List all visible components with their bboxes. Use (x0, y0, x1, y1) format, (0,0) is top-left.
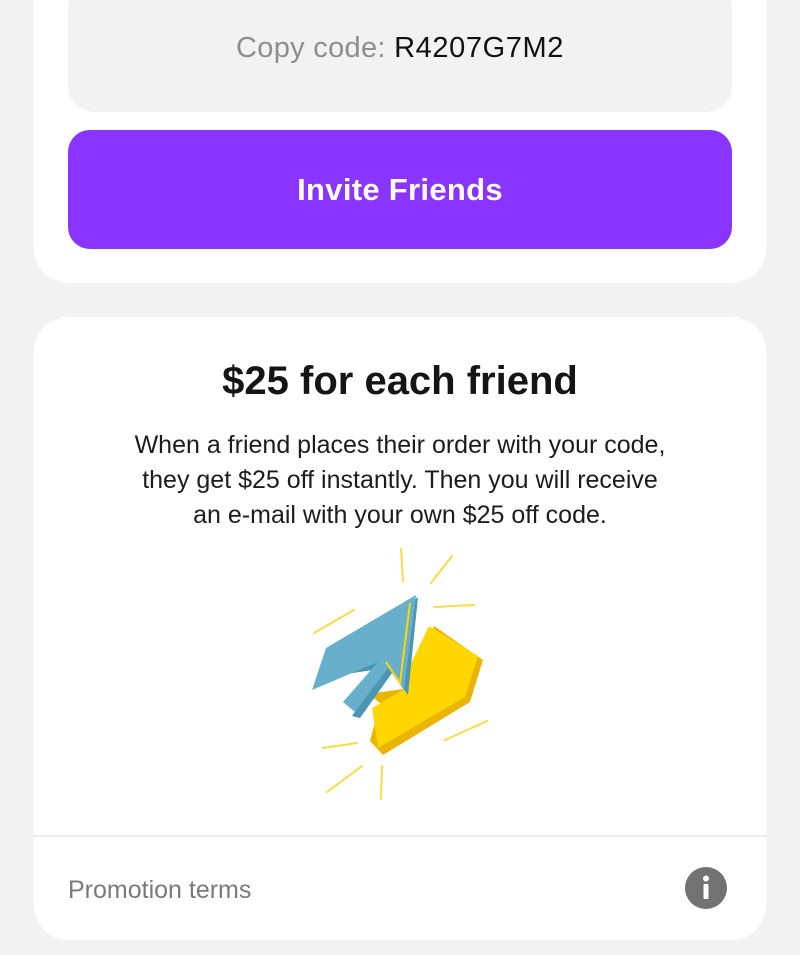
promotion-terms-label[interactable]: Promotion terms (68, 875, 251, 905)
copy-code-label: Copy code: (236, 32, 386, 64)
invite-friends-button[interactable]: Invite Friends (68, 130, 732, 249)
burst-line (380, 765, 383, 800)
burst-line (400, 548, 404, 582)
burst-line (326, 765, 363, 793)
burst-line (430, 555, 453, 584)
burst-line (433, 604, 475, 608)
reward-description: When a friend places their order with yo… (90, 428, 710, 533)
promotion-terms-row[interactable]: Promotion terms (34, 837, 766, 940)
info-icon[interactable] (685, 867, 727, 909)
burst-line (313, 609, 355, 634)
burst-line (444, 720, 488, 741)
reward-description-line-2: they get $25 off instantly. Then you wil… (142, 466, 658, 494)
reward-description-line-1: When a friend places their order with yo… (134, 431, 666, 459)
up-down-arrows-illustration (312, 548, 488, 800)
reward-description-line-3: an e-mail with your own $25 off code. (193, 501, 607, 529)
referral-code[interactable]: R4207G7M2 (394, 32, 564, 64)
reward-title: $25 for each friend (222, 359, 578, 403)
burst-line (322, 742, 358, 749)
copy-code-box[interactable]: Copy code: R4207G7M2 (68, 0, 732, 112)
